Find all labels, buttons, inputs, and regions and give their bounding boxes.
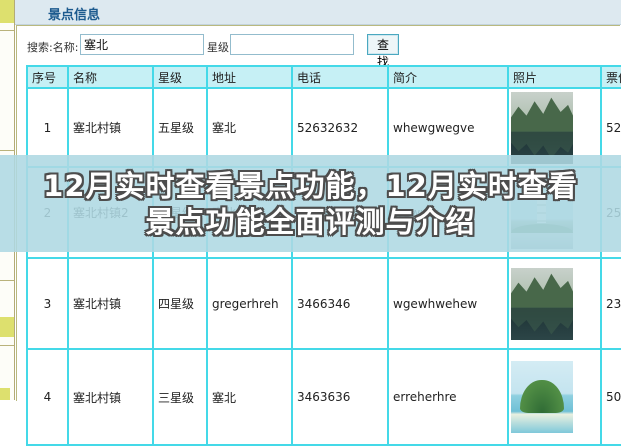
cell-intro: wgewhwehew bbox=[387, 257, 509, 350]
scenic-spots-table: 序号名称星级地址电话简介照片票价 1塞北村镇五星级塞北52632632whewg… bbox=[26, 65, 621, 446]
banner-overlay: 12月实时查看景点功能，12月实时查看 景点功能全面评测与介绍 bbox=[0, 155, 621, 252]
scenic-photo-mountain-lake bbox=[511, 267, 573, 340]
search-star-label: 星级 bbox=[207, 41, 229, 54]
search-name-label: 搜索:名称: bbox=[27, 41, 79, 54]
cell-no: 3 bbox=[26, 257, 69, 350]
cell-price: 235 bbox=[600, 257, 621, 350]
column-header-5: 简介 bbox=[387, 65, 509, 89]
table-row: 3塞北村镇四星级gregerhreh3466346wgewhwehew 235 bbox=[26, 257, 621, 350]
photo-cell bbox=[507, 348, 602, 446]
column-header-4: 电话 bbox=[291, 65, 389, 89]
cell-phone: 3463636 bbox=[291, 348, 389, 446]
table-body: 1塞北村镇五星级塞北52632632whewgwegve522塞北村镇2五星级塞… bbox=[26, 87, 621, 446]
cell-no: 4 bbox=[26, 348, 69, 446]
sidebar-accent-block bbox=[0, 388, 10, 400]
sidebar-divider bbox=[0, 280, 14, 281]
photo-cell bbox=[507, 257, 602, 350]
cell-address: 塞北 bbox=[206, 348, 293, 446]
cell-address: gregerhreh bbox=[206, 257, 293, 350]
find-button[interactable]: 查找 bbox=[367, 34, 399, 69]
cell-name: 塞北村镇 bbox=[67, 348, 154, 446]
cell-name: 塞北村镇 bbox=[67, 257, 154, 350]
table-row: 4 塞北村镇 三星级 塞北 3463636 erreherhre 50 bbox=[26, 348, 621, 446]
sidebar-divider bbox=[0, 345, 14, 346]
column-header-0: 序号 bbox=[26, 65, 69, 89]
banner-headline-line1: 12月实时查看景点功能，12月实时查看 bbox=[43, 168, 578, 203]
cell-star: 四星级 bbox=[152, 257, 208, 350]
cell-phone: 3466346 bbox=[291, 257, 389, 350]
page-title: 景点信息 bbox=[48, 8, 101, 23]
title-bar: 景点信息 bbox=[15, 0, 621, 25]
sidebar-accent-block bbox=[0, 0, 14, 23]
column-header-6: 照片 bbox=[507, 65, 602, 89]
column-header-1: 名称 bbox=[67, 65, 154, 89]
banner-headline-line2: 景点功能全面评测与介绍 bbox=[145, 204, 476, 239]
column-header-3: 地址 bbox=[206, 65, 293, 89]
table-header-row: 序号名称星级地址电话简介照片票价 bbox=[26, 65, 621, 89]
cell-price: 50 bbox=[600, 348, 621, 446]
scenic-photo-island bbox=[511, 361, 573, 433]
scenic-photo-mountain-lake bbox=[511, 91, 573, 164]
search-name-input[interactable] bbox=[80, 34, 204, 55]
sidebar-divider bbox=[0, 150, 14, 151]
sidebar-accent-block bbox=[0, 317, 14, 337]
column-header-2: 星级 bbox=[152, 65, 208, 89]
column-header-7: 票价 bbox=[600, 65, 621, 89]
search-star-input[interactable] bbox=[230, 34, 354, 55]
sidebar-divider bbox=[0, 30, 14, 31]
cell-star: 三星级 bbox=[152, 348, 208, 446]
cell-intro: erreherhre bbox=[387, 348, 509, 446]
